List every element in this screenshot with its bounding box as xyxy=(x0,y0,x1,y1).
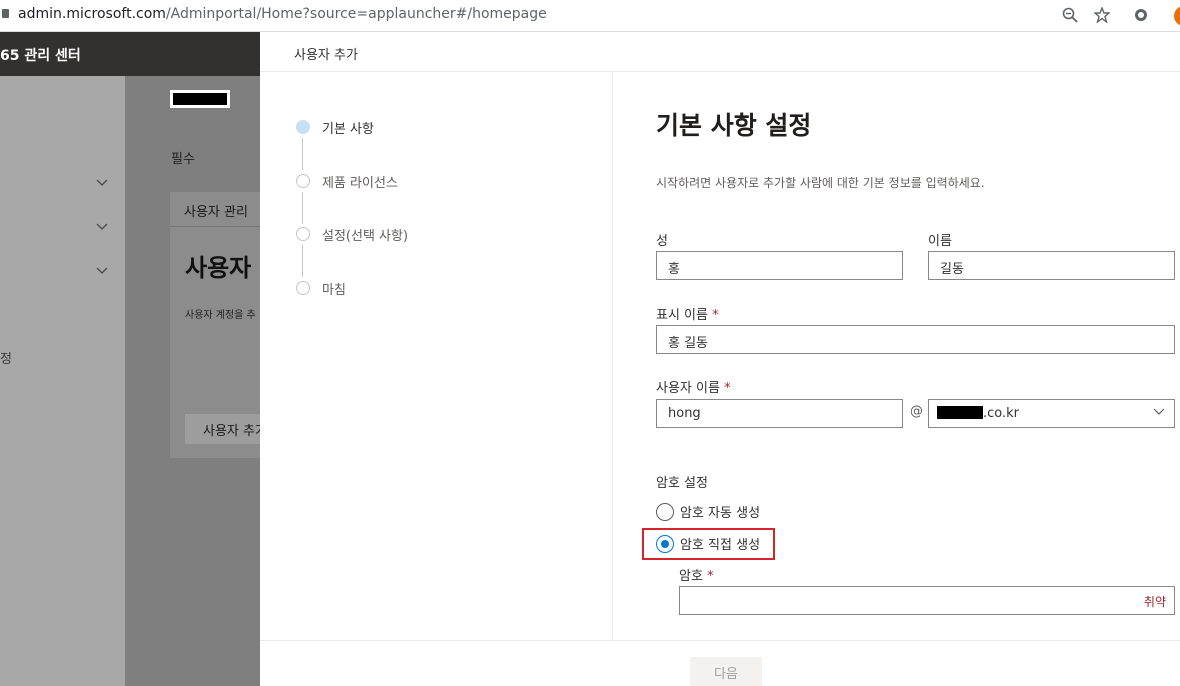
panel-footer: 다음 xyxy=(260,640,1180,686)
first-name-field[interactable]: 길동 xyxy=(928,251,1175,280)
browser-address-bar: admin.microsoft.com/Adminportal/Home?sou… xyxy=(0,0,1180,32)
left-navigation xyxy=(0,76,125,686)
password-label: 암호 * xyxy=(679,565,714,584)
lock-icon xyxy=(2,9,9,18)
required-section-label: 필수 xyxy=(171,152,195,167)
last-name-label: 성 xyxy=(656,234,668,249)
step-label: 설정(선택 사항) xyxy=(322,228,409,244)
step-label: 마침 xyxy=(322,282,346,298)
username-label: 사용자 이름 * xyxy=(656,377,731,396)
step-label: 제품 라이선스 xyxy=(322,175,398,191)
redacted-domain xyxy=(937,406,983,419)
chevron-down-icon[interactable] xyxy=(96,264,110,278)
highlight-box xyxy=(642,528,775,560)
required-mark: * xyxy=(712,308,719,323)
radio-label: 암호 자동 생성 xyxy=(680,506,761,521)
chevron-down-icon xyxy=(1153,405,1165,417)
step-indicator-icon xyxy=(296,281,310,295)
display-name-field[interactable]: 홍 길동 xyxy=(656,325,1175,354)
url-field[interactable]: admin.microsoft.com/Adminportal/Home?sou… xyxy=(18,6,547,22)
card-header: 사용자 관리 xyxy=(170,192,260,227)
password-settings-label: 암호 설정 xyxy=(656,476,708,491)
password-field[interactable]: 취약 xyxy=(679,586,1175,615)
chevron-down-icon[interactable] xyxy=(96,176,110,190)
chevron-down-icon[interactable] xyxy=(96,220,110,234)
required-mark: * xyxy=(724,381,731,396)
step-indicator-icon xyxy=(296,120,310,134)
step-basics[interactable]: 기본 사항 xyxy=(296,117,374,137)
username-field[interactable]: hong xyxy=(656,399,903,428)
step-finish[interactable]: 마침 xyxy=(296,278,346,298)
step-optional-settings[interactable]: 설정(선택 사항) xyxy=(296,224,408,244)
domain-dropdown[interactable]: .co.kr xyxy=(928,399,1175,428)
last-name-field[interactable]: 홍 xyxy=(656,251,903,280)
add-user-panel: 사용자 추가 기본 사항 제품 라이선스 설정(선택 사항) 마침 기본 사항 … xyxy=(260,32,1180,686)
radio-auto-generate-password[interactable]: 암호 자동 생성 xyxy=(656,502,760,521)
add-user-button[interactable]: 사용자 추가 xyxy=(185,414,265,444)
form-description: 시작하려면 사용자로 추가할 사람에 대한 기본 정보를 입력하세요. xyxy=(656,176,985,190)
url-host: admin.microsoft.com xyxy=(18,6,166,22)
user-management-card: 사용자 관리 사용자 사용자 계정을 추 사용자 추가 xyxy=(170,192,265,458)
password-strength: 취약 xyxy=(1143,595,1166,609)
step-label: 기본 사항 xyxy=(322,121,374,137)
domain-suffix: .co.kr xyxy=(983,406,1020,421)
password-label-text: 암호 xyxy=(679,569,703,584)
next-button[interactable]: 다음 xyxy=(690,657,762,686)
panel-header: 사용자 추가 xyxy=(260,32,1180,72)
required-mark: * xyxy=(707,569,714,584)
form-title: 기본 사항 설정 xyxy=(656,111,812,140)
step-connector xyxy=(302,138,303,170)
redacted-org-name xyxy=(170,90,230,108)
zoom-icon[interactable] xyxy=(1060,5,1080,25)
radio-button[interactable] xyxy=(656,502,674,521)
nav-item-fragment[interactable]: 정 xyxy=(0,348,12,367)
panel-divider xyxy=(612,72,613,640)
portal-top-bar: 65 관리 센터 xyxy=(0,32,260,76)
step-connector xyxy=(302,245,303,277)
panel-title: 사용자 추가 xyxy=(294,48,358,63)
username-label-text: 사용자 이름 xyxy=(656,381,720,396)
step-indicator-icon xyxy=(296,227,310,241)
step-connector xyxy=(302,192,303,224)
at-sign: @ xyxy=(910,404,923,419)
url-path: /Adminportal/Home?source=applauncher#/ho… xyxy=(165,6,547,22)
extension-icon[interactable] xyxy=(1131,5,1151,25)
profile-avatar[interactable] xyxy=(1174,6,1180,26)
first-name-label: 이름 xyxy=(928,234,952,249)
card-title: 사용자 xyxy=(185,254,252,282)
step-indicator-icon xyxy=(296,174,310,188)
star-icon[interactable] xyxy=(1092,5,1112,25)
portal-title: 65 관리 센터 xyxy=(0,48,81,64)
card-description: 사용자 계정을 추 xyxy=(185,310,256,321)
display-name-label: 표시 이름 * xyxy=(656,304,719,323)
step-product-licenses[interactable]: 제품 라이선스 xyxy=(296,171,398,191)
display-name-label-text: 표시 이름 xyxy=(656,308,708,323)
